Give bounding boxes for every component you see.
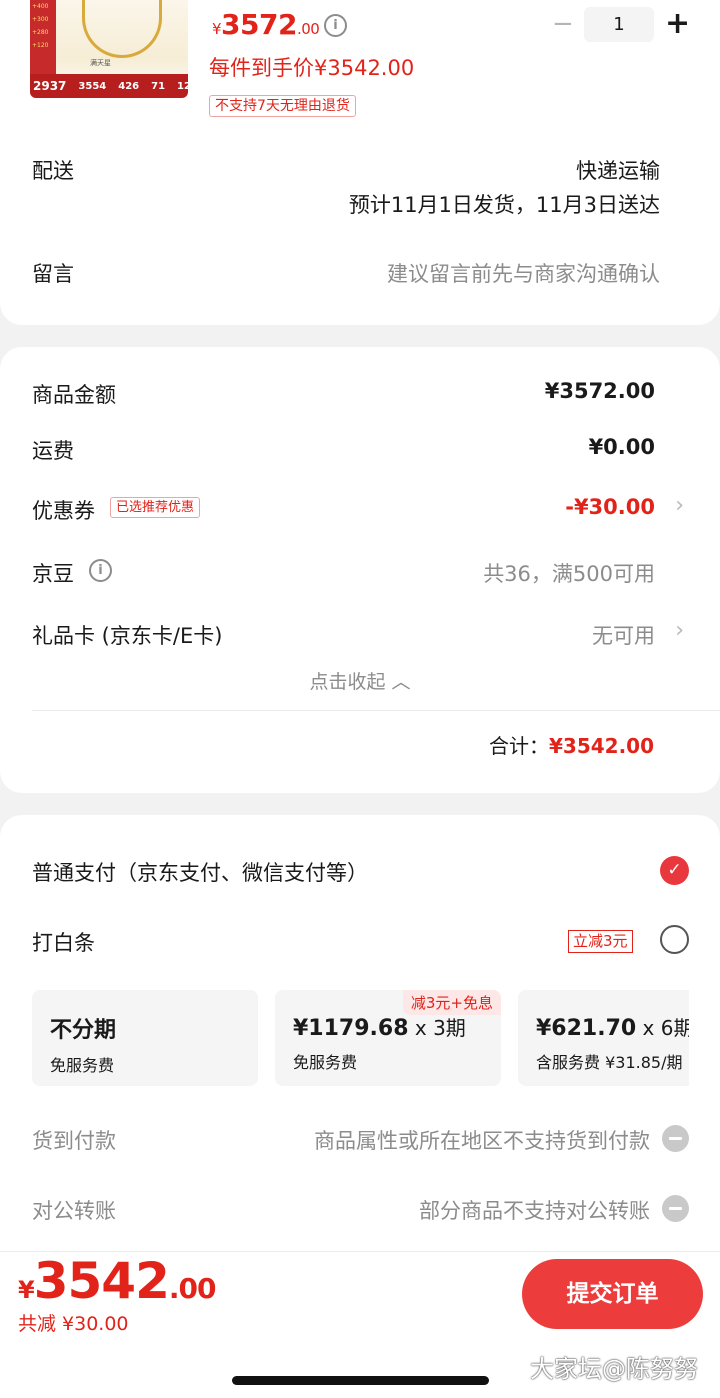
quantity-input[interactable]: 1: [584, 7, 654, 42]
price-summary-card: 商品金额 ¥3572.00 运费 ¥0.00 优惠券 已选推荐优惠 -¥30.0…: [0, 347, 720, 793]
thumbnail-product-name: 满天星: [90, 59, 111, 67]
check-icon[interactable]: ✓: [660, 856, 689, 885]
product-thumbnail[interactable]: +400 +300 +280 +120 满天星 2937 3554 426 71…: [30, 0, 188, 98]
baitiao-discount-tag: 立减3元: [568, 930, 633, 953]
home-indicator[interactable]: [232, 1376, 489, 1385]
plan-badge: 减3元+免息: [402, 990, 501, 1015]
message-label: 留言: [32, 262, 74, 286]
giftcard-value[interactable]: 无可用: [592, 620, 655, 650]
installment-plan-3[interactable]: 减3元+免息 ¥1179.68 x 3期 免服务费: [275, 990, 501, 1086]
installment-plans: 不分期 免服务费 减3元+免息 ¥1179.68 x 3期 免服务费 ¥621.…: [32, 990, 689, 1086]
disabled-icon: [662, 1125, 689, 1152]
arrival-price: 每件到手价¥3542.00: [209, 56, 415, 80]
total-value: ¥3542.00: [548, 734, 654, 758]
payment-card: 普通支付（京东支付、微信支付等） ✓ 打白条 立减3元 不分期 免服务费 减3元…: [0, 815, 720, 1255]
normal-pay-label[interactable]: 普通支付（京东支付、微信支付等）: [32, 857, 368, 887]
total-row: 合计：¥3542.00: [488, 734, 654, 758]
freight-label: 运费: [32, 439, 74, 463]
corp-transfer-note: 部分商品不支持对公转账: [419, 1199, 650, 1223]
divider: [32, 710, 720, 711]
baitiao-radio[interactable]: [660, 925, 689, 954]
cod-label: 货到付款: [32, 1129, 116, 1153]
goods-amount-value: ¥3572.00: [544, 379, 655, 403]
goods-amount-label: 商品金额: [32, 383, 116, 407]
submit-order-button[interactable]: 提交订单: [522, 1259, 703, 1329]
giftcard-label[interactable]: 礼品卡 (京东卡/E卡): [32, 620, 222, 650]
info-icon[interactable]: i: [324, 14, 347, 37]
quantity-increase-button[interactable]: +: [665, 6, 690, 42]
cod-note: 商品属性或所在地区不支持货到付款: [314, 1129, 650, 1153]
checkout-bar: ¥3542.00 共减 ¥30.00 提交订单 大家坛@陈努努: [0, 1252, 720, 1398]
installment-plan-6[interactable]: ¥621.70 x 6期 含服务费 ¥31.85/期: [518, 990, 689, 1086]
quantity-decrease-button[interactable]: −: [552, 11, 574, 37]
baitiao-label[interactable]: 打白条: [32, 927, 95, 957]
coupon-label[interactable]: 优惠券: [32, 495, 95, 525]
watermark: 大家坛@陈努努: [530, 1355, 698, 1383]
corp-transfer-label: 对公转账: [32, 1199, 116, 1223]
jingdou-value: 共36，满500可用: [483, 562, 655, 586]
collapse-toggle[interactable]: 点击收起 ︿: [0, 667, 720, 694]
thumbnail-price-band: 2937 3554 426 71 120: [30, 74, 188, 98]
freight-value: ¥0.00: [588, 435, 655, 459]
jingdou-label: 京豆: [32, 562, 74, 586]
final-price: ¥3542.00: [18, 1252, 216, 1310]
thumbnail-promo-side: +400 +300 +280 +120: [30, 0, 56, 74]
product-card: +400 +300 +280 +120 满天星 2937 3554 426 71…: [0, 0, 720, 325]
info-icon[interactable]: i: [89, 559, 112, 582]
product-price: ¥3572.00: [212, 8, 320, 41]
shipping-label: 配送: [32, 159, 74, 183]
coupon-value[interactable]: -¥30.00: [565, 495, 655, 519]
installment-plan-none[interactable]: 不分期 免服务费: [32, 990, 258, 1086]
disabled-icon: [662, 1195, 689, 1222]
shipping-eta: 预计11月1日发货，11月3日送达: [348, 193, 660, 217]
total-saved: 共减 ¥30.00: [18, 1313, 129, 1335]
necklace-image: [82, 0, 162, 58]
chevron-right-icon[interactable]: ›: [675, 618, 684, 643]
shipping-method[interactable]: 快递运输: [576, 155, 660, 185]
coupon-selected-tag: 已选推荐优惠: [110, 497, 201, 518]
chevron-right-icon[interactable]: ›: [675, 493, 684, 518]
no-return-badge: 不支持7天无理由退货: [209, 95, 356, 117]
message-input[interactable]: 建议留言前先与商家沟通确认: [387, 258, 660, 288]
